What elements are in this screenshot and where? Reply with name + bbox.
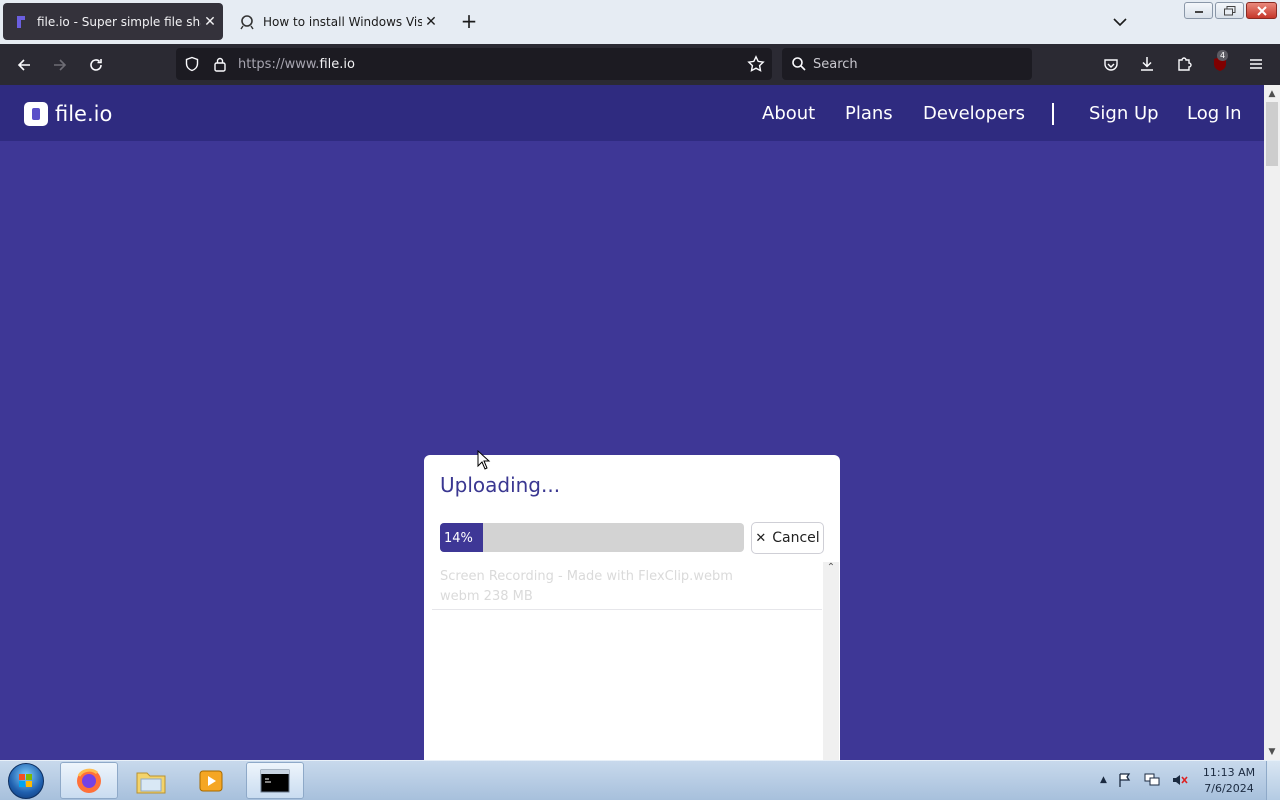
upload-file-list: Screen Recording - Made with FlexClip.we… (432, 562, 824, 760)
tab-close-icon[interactable]: ✕ (201, 14, 219, 30)
extension-badge: 4 (1217, 50, 1229, 61)
tab-windows-vista[interactable]: How to install Windows Vista in ✕ (229, 3, 444, 40)
fileio-logo-icon[interactable] (24, 102, 48, 126)
show-desktop-button[interactable] (1266, 761, 1280, 800)
nav-about-link[interactable]: About (762, 103, 815, 124)
cancel-upload-button[interactable]: ✕ Cancel (751, 522, 824, 554)
taskbar-firefox[interactable] (60, 762, 118, 799)
nav-divider (1052, 103, 1054, 125)
windows-logo-icon (19, 774, 32, 787)
window-controls (1184, 2, 1277, 19)
page-scrollbar[interactable] (1264, 85, 1280, 760)
tab-title: How to install Windows Vista in (263, 14, 422, 29)
media-player-icon (199, 770, 223, 791)
site-header (0, 85, 1264, 141)
folder-icon (136, 772, 166, 793)
firefox-icon (77, 768, 101, 793)
reload-icon[interactable] (83, 52, 109, 78)
back-arrow-icon[interactable] (11, 52, 37, 78)
volume-muted-icon[interactable] (1171, 772, 1189, 788)
start-button[interactable] (8, 763, 44, 799)
new-tab-plus-icon[interactable]: + (458, 11, 480, 33)
site-favicon-icon (239, 14, 255, 30)
network-icon[interactable] (1143, 772, 1161, 788)
site-logo-text[interactable]: file.io (55, 102, 112, 126)
list-item: Screen Recording - Made with FlexClip.we… (432, 562, 822, 610)
cancel-label: Cancel (772, 530, 820, 546)
tab-fileio[interactable]: file.io - Super simple file sharing ✕ (3, 3, 223, 40)
action-center-flag-icon[interactable] (1117, 772, 1133, 788)
upload-title: Uploading... (440, 473, 561, 497)
tab-title: file.io - Super simple file sharing (37, 14, 201, 29)
file-name: Screen Recording - Made with FlexClip.we… (440, 569, 733, 584)
downloads-icon[interactable] (1134, 51, 1160, 77)
scroll-up-arrow-icon[interactable]: ▲ (1264, 86, 1280, 102)
chevron-up-icon[interactable]: ⌃ (823, 562, 839, 573)
show-hidden-icons-arrow-icon[interactable]: ▲ (1100, 775, 1107, 785)
page-scroll-thumb[interactable] (1266, 102, 1278, 166)
upload-progress-label: 14% (444, 531, 473, 546)
pocket-icon[interactable] (1098, 52, 1124, 78)
tab-close-icon[interactable]: ✕ (422, 14, 440, 30)
close-window-icon[interactable] (1246, 2, 1277, 19)
taskbar-command-prompt[interactable] (246, 762, 304, 799)
hamburger-menu-icon[interactable] (1243, 51, 1269, 77)
taskbar-clock[interactable]: 11:13 AM 7/6/2024 (1198, 765, 1260, 797)
url-text[interactable]: https://www.file.io (238, 57, 355, 72)
restore-icon[interactable] (1215, 2, 1244, 19)
search-placeholder: Search (813, 57, 858, 72)
nav-developers-link[interactable]: Developers (923, 103, 1025, 124)
taskbar-explorer[interactable] (122, 762, 180, 799)
taskbar-media-player[interactable] (182, 762, 240, 799)
fileio-favicon-icon (13, 14, 29, 30)
clock-date: 7/6/2024 (1204, 782, 1254, 795)
tracking-shield-icon[interactable] (179, 51, 205, 77)
forward-arrow-icon[interactable] (47, 52, 73, 78)
bookmark-star-icon[interactable] (743, 51, 769, 77)
url-prefix: https://www. (238, 57, 320, 72)
extensions-puzzle-icon[interactable] (1171, 51, 1197, 77)
nav-plans-link[interactable]: Plans (845, 103, 893, 124)
upload-progress-bar (440, 523, 744, 552)
nav-signup-link[interactable]: Sign Up (1089, 103, 1159, 124)
mouse-pointer-icon (477, 449, 491, 474)
list-all-tabs-chevron-icon[interactable] (1110, 12, 1130, 32)
clock-time: 11:13 AM (1202, 766, 1256, 779)
close-x-icon: ✕ (755, 530, 767, 546)
nav-login-link[interactable]: Log In (1187, 103, 1242, 124)
scroll-down-arrow-icon[interactable]: ▼ (1264, 744, 1280, 760)
file-list-scrollbar[interactable]: ⌃ (823, 562, 839, 760)
minimize-icon[interactable] (1184, 2, 1213, 19)
file-meta: webm 238 MB (440, 589, 533, 604)
lock-icon[interactable] (207, 51, 233, 77)
cmd-icon (260, 769, 290, 792)
url-domain: file.io (319, 57, 355, 72)
search-icon (786, 51, 812, 77)
system-tray: ▲ (1100, 772, 1189, 788)
